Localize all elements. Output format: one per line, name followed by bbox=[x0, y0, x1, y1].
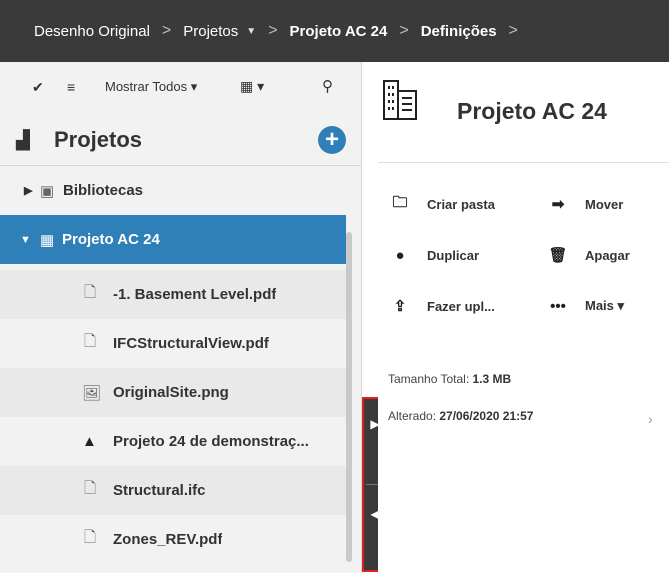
tree-item-label: Zones_REV.pdf bbox=[113, 531, 223, 548]
total-size-info: Tamanho Total: 1.3 MB bbox=[388, 372, 511, 386]
expand-arrow-icon[interactable]: ▶ bbox=[24, 184, 32, 197]
action-label: Duplicar bbox=[427, 247, 480, 263]
breadcrumb-separator: > bbox=[399, 22, 409, 39]
projects-title: Projetos bbox=[54, 127, 143, 152]
folder-icon: 🗀 bbox=[392, 193, 408, 211]
ifc-file-icon: 🗋 bbox=[84, 480, 97, 497]
chevron-down-icon[interactable]: ▼ bbox=[246, 26, 256, 37]
total-size-value: 1.3 MB bbox=[472, 372, 512, 386]
modified-value: 27/06/2020 21:57 bbox=[439, 409, 534, 423]
tree-item-bibliotecas[interactable]: ▶ ▣ Bibliotecas bbox=[0, 166, 346, 215]
breadcrumb-separator: > bbox=[268, 22, 278, 39]
move-button[interactable]: ➡ Mover bbox=[548, 193, 624, 215]
project-title: Projeto AC 24 bbox=[457, 98, 607, 124]
building-icon bbox=[383, 80, 417, 120]
tree-item-projeto-ac-24[interactable]: ▼ ▦ Projeto AC 24 bbox=[0, 215, 346, 264]
tree-item-file[interactable]: 🖼 OriginalSite.png bbox=[0, 368, 346, 417]
breadcrumb: Desenho Original > Projetos ▼ > Projeto … bbox=[0, 0, 669, 62]
tree-item-file[interactable]: ▲ Projeto 24 de demonstraç... bbox=[0, 417, 346, 466]
more-button[interactable]: ••• Mais ▾ bbox=[548, 295, 624, 317]
breadcrumb-desenho-original[interactable]: Desenho Original bbox=[34, 23, 150, 40]
delete-button[interactable]: 🗑 Apagar bbox=[548, 244, 630, 266]
list-view-icon[interactable]: ≡ bbox=[67, 79, 75, 95]
modified-label: Alterado: bbox=[388, 409, 437, 423]
tree-item-file[interactable]: 🗋 Structural.ifc bbox=[0, 466, 346, 515]
details-panel: Projeto AC 24 🗀 Criar pasta ➡ Mover ● Du… bbox=[378, 62, 669, 573]
action-label: Mais ▾ bbox=[585, 298, 625, 313]
show-all-filter[interactable]: Mostrar Todos ▾ bbox=[105, 79, 197, 95]
tree-item-label: Bibliotecas bbox=[63, 182, 144, 199]
pdf-file-icon: 🗋 bbox=[84, 529, 97, 546]
tree-item-label: Projeto 24 de demonstraç... bbox=[113, 433, 309, 450]
breadcrumb-definicoes[interactable]: Definições bbox=[421, 23, 497, 40]
tree-item-label: Structural.ifc bbox=[113, 482, 206, 499]
pdf-file-icon: 🗋 bbox=[84, 333, 97, 350]
tree-item-label: OriginalSite.png bbox=[113, 384, 229, 401]
duplicate-icon: ● bbox=[395, 246, 405, 264]
browser-toolbar: ✔ ≡ Mostrar Todos ▾ ▦ ▾ ⚲ bbox=[0, 62, 362, 114]
duplicate-button[interactable]: ● Duplicar bbox=[390, 244, 479, 266]
project-file-icon: ▲ bbox=[82, 433, 97, 450]
tree-item-label: Projeto AC 24 bbox=[62, 231, 160, 248]
tree-item-label: IFCStructuralView.pdf bbox=[113, 335, 269, 352]
modified-info[interactable]: Alterado: 27/06/2020 21:57 bbox=[388, 409, 533, 423]
total-size-label: Tamanho Total: bbox=[388, 372, 470, 386]
tree-item-file[interactable]: 🗋 -1. Basement Level.pdf bbox=[0, 270, 346, 319]
tree-item-file[interactable]: 🗋 Zones_REV.pdf bbox=[0, 515, 346, 564]
collapse-arrow-icon[interactable]: ▼ bbox=[20, 234, 31, 246]
breadcrumb-projeto-ac-24[interactable]: Projeto AC 24 bbox=[290, 23, 388, 40]
breadcrumb-projetos[interactable]: Projetos bbox=[183, 23, 238, 40]
library-icon: ▣ bbox=[40, 182, 55, 200]
more-icon: ••• bbox=[550, 297, 566, 315]
pdf-file-icon: 🗋 bbox=[84, 284, 97, 301]
calendar-icon[interactable]: ▦ ▾ bbox=[240, 78, 264, 95]
breadcrumb-separator: > bbox=[508, 22, 518, 39]
action-label: Mover bbox=[585, 196, 624, 212]
tree-item-label: -1. Basement Level.pdf bbox=[113, 286, 277, 303]
divider bbox=[378, 162, 669, 163]
tree-item-file[interactable]: 🗋 IFCStructuralView.pdf bbox=[0, 319, 346, 368]
action-label: Criar pasta bbox=[427, 196, 495, 212]
upload-icon: ⇪ bbox=[393, 298, 407, 315]
action-label: Fazer upl... bbox=[427, 298, 495, 314]
projects-icon: ▟ bbox=[16, 130, 30, 150]
checkmark-icon[interactable]: ✔ bbox=[32, 79, 44, 96]
chevron-right-icon[interactable]: › bbox=[648, 411, 653, 427]
project-browser-panel: ✔ ≡ Mostrar Todos ▾ ▦ ▾ ⚲ ▟ Projetos + ▶… bbox=[0, 62, 362, 573]
action-label: Apagar bbox=[585, 247, 630, 263]
add-project-button[interactable]: + bbox=[318, 126, 346, 154]
upload-button[interactable]: ⇪ Fazer upl... bbox=[390, 295, 495, 317]
create-folder-button[interactable]: 🗀 Criar pasta bbox=[390, 193, 495, 215]
projects-header: ▟ Projetos + bbox=[0, 114, 362, 166]
search-icon[interactable]: ⚲ bbox=[322, 77, 333, 95]
trash-icon: 🗑 bbox=[548, 247, 568, 264]
breadcrumb-separator: > bbox=[161, 22, 172, 39]
scrollbar[interactable] bbox=[346, 232, 352, 562]
arrow-right-icon: ➡ bbox=[551, 196, 565, 213]
building-icon: ▦ bbox=[40, 231, 55, 249]
image-file-icon: 🖼 bbox=[82, 384, 102, 402]
